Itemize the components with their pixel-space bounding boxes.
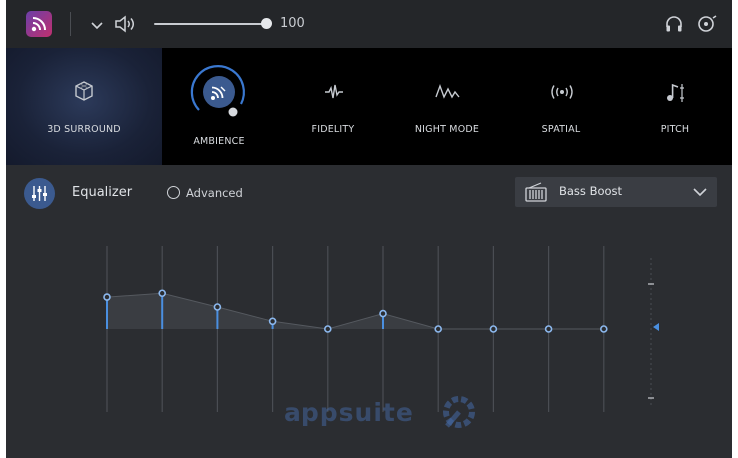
advanced-label[interactable]: Advanced <box>186 186 243 200</box>
effect-label: SPATIAL <box>541 124 581 135</box>
eq-band-handle[interactable] <box>599 325 608 333</box>
effect-3d-surround[interactable]: 3D SURROUND <box>6 48 162 165</box>
effects-bar: 3D SURROUND AMBIENCE FIDELITY NIGHT MODE… <box>6 48 732 165</box>
app-window: 100 3D SURROUND AMBIENCE FIDELITY NIGHT … <box>6 0 732 458</box>
music-note-icon <box>667 83 684 102</box>
effect-fidelity[interactable]: FIDELITY <box>276 48 390 165</box>
sliders-icon <box>32 186 47 201</box>
preset-dropdown[interactable]: Bass Boost <box>515 177 717 207</box>
speaker-icon[interactable] <box>114 14 138 34</box>
volume-slider-track[interactable] <box>154 23 266 25</box>
chevron-down-icon <box>693 188 707 197</box>
eq-band-handle[interactable] <box>213 303 222 311</box>
watermark-logo: appsuite <box>284 396 475 428</box>
effect-spatial[interactable]: SPATIAL <box>504 48 618 165</box>
waveform-icon <box>325 84 343 99</box>
eq-band-handle[interactable] <box>434 325 443 333</box>
chevron-down-icon[interactable] <box>90 17 104 31</box>
equalizer-toggle-button[interactable] <box>24 178 55 209</box>
volume-slider-thumb[interactable] <box>261 18 272 29</box>
eq-band-handle[interactable] <box>158 289 166 298</box>
eq-band-handle[interactable] <box>268 317 277 326</box>
preamp-marker[interactable] <box>653 323 659 331</box>
divider <box>70 12 71 36</box>
effect-night-mode[interactable]: NIGHT MODE <box>390 48 504 165</box>
advanced-radio[interactable] <box>167 186 180 199</box>
ambience-dial <box>190 65 245 117</box>
volume-value: 100 <box>280 16 305 31</box>
effect-label: NIGHT MODE <box>414 124 480 135</box>
effect-ambience[interactable]: AMBIENCE <box>162 48 276 165</box>
wave-icon <box>435 83 460 99</box>
effect-label: 3D SURROUND <box>47 124 121 135</box>
radio-preset-icon <box>525 182 547 202</box>
cube-icon <box>75 81 93 101</box>
top-bar: 100 <box>6 0 732 48</box>
eq-band-handle[interactable] <box>103 293 111 301</box>
eq-band-handle[interactable] <box>323 325 332 333</box>
equalizer-title: Equalizer <box>72 185 133 200</box>
eq-curve-line <box>106 292 604 330</box>
effect-label: PITCH <box>660 124 690 135</box>
preset-value: Bass Boost <box>559 184 623 198</box>
effect-label: FIDELITY <box>311 124 355 135</box>
settings-power-icon[interactable] <box>697 14 719 34</box>
spatial-icon <box>551 85 573 99</box>
headphones-icon[interactable] <box>664 14 684 34</box>
app-logo-icon <box>26 11 52 37</box>
eq-band-handle[interactable] <box>379 309 387 318</box>
eq-band-handle[interactable] <box>544 325 553 333</box>
eq-band-handle[interactable] <box>489 325 498 333</box>
effect-label: AMBIENCE <box>193 136 245 147</box>
effect-pitch[interactable]: PITCH <box>618 48 732 165</box>
eq-curve-area <box>107 293 604 329</box>
